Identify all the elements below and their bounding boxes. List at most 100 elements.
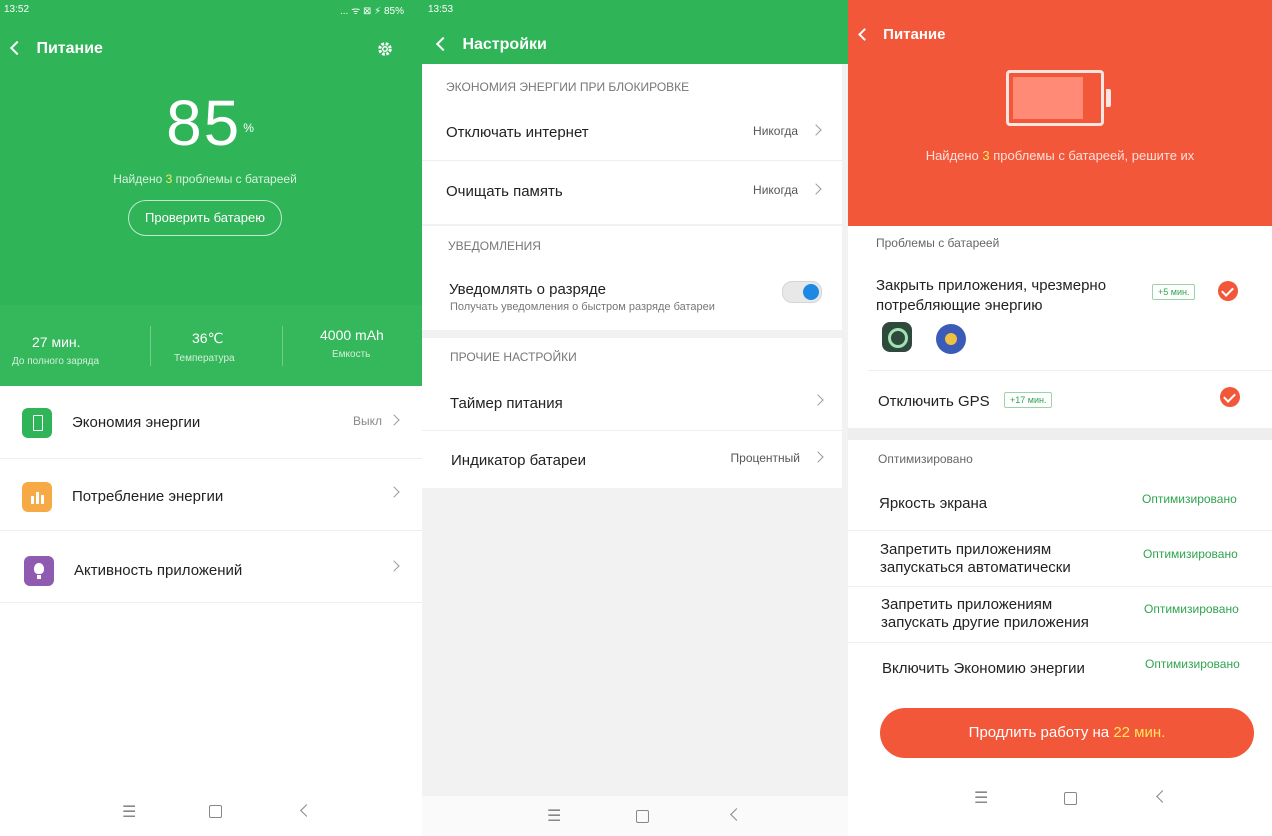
row-notify-drain[interactable]: Уведомлять о разряде Получать уведомлени… [422, 266, 842, 326]
status-bar: 13:52 ... ᯤ ⊠ ⚡ 85% [0, 0, 422, 18]
home-icon[interactable] [1064, 792, 1077, 805]
time-gain-tag: +5 мин. [1152, 284, 1196, 300]
problem-label: Закрыть приложения, чрезмерно [876, 277, 1107, 294]
optimized-label: запускаться автоматически [880, 559, 1071, 576]
row-label: Отключать интернет [446, 124, 589, 141]
app-icon [882, 322, 912, 352]
menu-item-power-consumption[interactable]: Потребление энергии [0, 460, 422, 531]
app-icon [936, 324, 966, 354]
problem-disable-gps[interactable]: Отключить GPS +17 мин. [848, 372, 1272, 422]
menu-item-label: Экономия энергии [72, 414, 201, 431]
stat-divider [150, 326, 151, 366]
back-nav-icon[interactable] [1156, 790, 1169, 803]
optimized-row: Запретить приложениям запускаться автома… [848, 530, 1272, 587]
chevron-right-icon [388, 414, 400, 426]
check-battery-button[interactable]: Проверить батарею [128, 200, 282, 236]
gear-icon[interactable] [376, 40, 394, 58]
menu-item-app-activity[interactable]: Активность приложений [0, 532, 422, 603]
menu-item-power-saving[interactable]: Экономия энергии Выкл [0, 388, 422, 459]
optimized-status: Оптимизировано [1142, 492, 1237, 506]
status-icons: ... ᯤ ⊠ ⚡ 85% [340, 6, 404, 17]
row-label: Очищать память [446, 183, 563, 200]
stat-divider [282, 326, 283, 366]
lightbulb-icon [24, 556, 54, 586]
battery-fill [1013, 77, 1083, 119]
battery-percent-value: 85 [166, 87, 242, 159]
notifications-card: УВЕДОМЛЕНИЯ Уведомлять о разряде Получат… [422, 226, 842, 330]
row-battery-indicator[interactable]: Индикатор батареи Процентный [422, 431, 842, 487]
row-value: Никогда [753, 183, 798, 197]
extend-prefix: Продлить работу на [968, 724, 1114, 741]
page-header: Питание [858, 26, 946, 43]
back-icon[interactable] [858, 28, 871, 41]
back-icon[interactable] [9, 40, 25, 56]
optimized-status: Оптимизировано [1143, 547, 1238, 561]
optimized-label: Яркость экрана [879, 495, 988, 512]
toggle-knob [803, 284, 819, 300]
status-time: 13:52 [4, 4, 30, 15]
menu-item-label: Активность приложений [74, 562, 243, 579]
divider [868, 370, 1272, 371]
power-settings-screen: 13:53 Настройки ЭКОНОМИЯ ЭНЕРГИИ ПРИ БЛО… [422, 0, 848, 836]
optimized-status: Оптимизировано [1145, 657, 1240, 671]
battery-tip [1106, 89, 1111, 107]
optimized-label: Запретить приложениям [881, 596, 1053, 613]
problem-close-apps[interactable]: Закрыть приложения, чрезмерно потребляющ… [848, 260, 1272, 370]
check-icon[interactable] [1218, 281, 1238, 301]
chevron-right-icon [810, 183, 822, 195]
row-disable-internet[interactable]: Отключать интернет Никогда [422, 102, 842, 161]
optimized-label: Запретить приложениям [880, 541, 1052, 558]
section-title-other: ПРОЧИЕ НАСТРОЙКИ [450, 350, 577, 364]
lock-saving-card: ЭКОНОМИЯ ЭНЕРГИИ ПРИ БЛОКИРОВКЕ Отключат… [422, 64, 842, 224]
message-suffix: проблемы с батареей, решите их [989, 148, 1195, 163]
chevron-right-icon [388, 560, 400, 572]
back-nav-icon[interactable] [300, 804, 313, 817]
stat-charge-time-value: 27 мин. [32, 334, 81, 350]
message-count: 3 [982, 148, 990, 163]
nav-bar: ☰ [0, 786, 422, 836]
home-icon[interactable] [636, 810, 649, 823]
optimized-row: Включить Экономию энергии Оптимизировано [848, 642, 1272, 696]
notify-drain-toggle[interactable] [782, 281, 822, 303]
row-clear-memory[interactable]: Очищать память Никогда [422, 161, 842, 219]
menu-icon[interactable]: ☰ [547, 806, 561, 826]
menu-icon[interactable]: ☰ [122, 802, 136, 822]
stat-temperature: 36℃ Температура [174, 330, 235, 364]
menu-icon[interactable]: ☰ [974, 788, 988, 808]
stat-capacity-label: Емкость [332, 349, 371, 360]
section-title-problems: Проблемы с батареей [876, 236, 1000, 250]
optimized-status: Оптимизировано [1144, 602, 1239, 616]
problems-prefix: Найдено [113, 172, 166, 186]
check-icon[interactable] [1220, 387, 1240, 407]
status-time: 13:53 [428, 4, 454, 15]
battery-percent-unit: % [243, 121, 256, 136]
status-bar: 13:53 [422, 0, 848, 18]
battery-problems-screen: Питание Найдено 3 проблемы с батареей, р… [848, 0, 1272, 836]
row-label: Уведомлять о разряде [449, 281, 606, 298]
battery-percent: 85% [0, 86, 422, 160]
problem-label: потребляющие энергию [876, 297, 1043, 314]
row-label: Индикатор батареи [451, 452, 587, 469]
bar-chart-icon [22, 482, 52, 512]
message-prefix: Найдено [925, 148, 983, 163]
power-screen-main: 13:52 ... ᯤ ⊠ ⚡ 85% Питание 85% Найдено … [0, 0, 422, 836]
back-icon[interactable] [435, 36, 451, 52]
battery-icon [1006, 70, 1111, 126]
home-icon[interactable] [209, 805, 222, 818]
section-title-optimized: Оптимизировано [878, 452, 973, 466]
row-power-timer[interactable]: Таймер питания [422, 374, 842, 431]
extend-battery-button[interactable]: Продлить работу на 22 мин. [880, 708, 1254, 758]
stat-charge-time-label: До полного заряда [12, 356, 100, 367]
row-label: Таймер питания [450, 395, 563, 412]
row-value: Процентный [730, 451, 800, 465]
stat-charge-time: 27 мин. До полного заряда [12, 334, 99, 367]
problem-label: Отключить GPS [878, 393, 990, 410]
optimized-row: Запретить приложениям запускать другие п… [848, 586, 1272, 643]
stat-temperature-label: Температура [174, 353, 235, 364]
other-settings-card: ПРОЧИЕ НАСТРОЙКИ Таймер питания Индикато… [422, 338, 842, 488]
section-title-lock-saving: ЭКОНОМИЯ ЭНЕРГИИ ПРИ БЛОКИРОВКЕ [446, 80, 690, 94]
optimized-label: запускать другие приложения [881, 614, 1089, 631]
back-nav-icon[interactable] [730, 808, 743, 821]
battery-save-icon [22, 408, 52, 438]
nav-bar: ☰ [848, 786, 1272, 836]
